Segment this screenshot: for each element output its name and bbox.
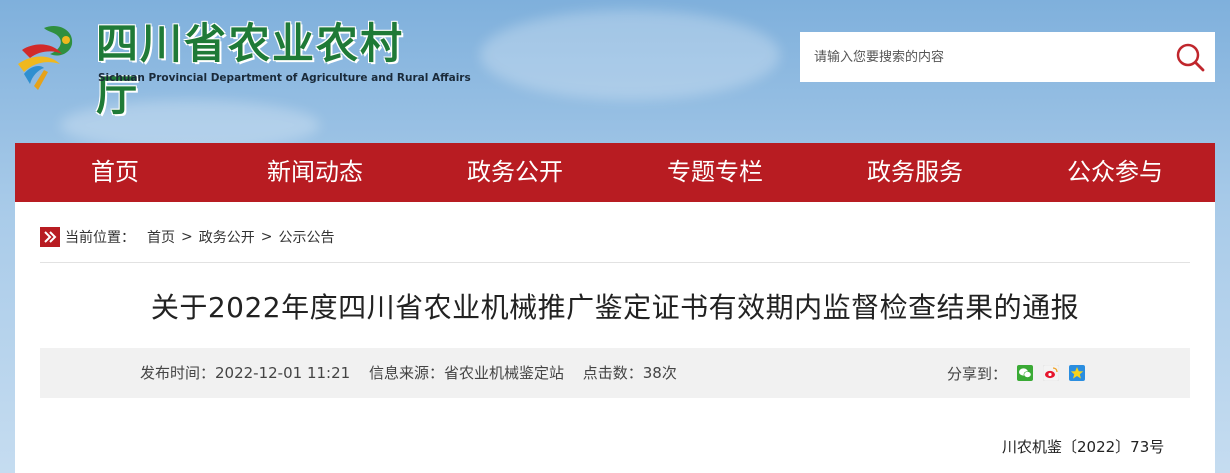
background-cloud [480, 10, 780, 100]
breadcrumb-separator: > [260, 229, 273, 245]
publish-time: 发布时间：2022-12-01 11:21 [140, 364, 351, 382]
share-label: 分享到： [947, 364, 1008, 383]
click-count: 点击数：38次 [582, 364, 677, 382]
search-box [800, 32, 1215, 82]
share-section: 分享到： [947, 348, 1086, 398]
article-meta-bar: 发布时间：2022-12-01 11:21 信息来源：省农业机械鉴定站 点击数：… [40, 348, 1190, 398]
breadcrumb-prefix: 当前位置： [65, 230, 135, 246]
search-input[interactable] [800, 32, 1150, 82]
provincial-logo-icon [18, 25, 73, 90]
breadcrumb-separator: > [181, 229, 193, 245]
main-nav: 首页 新闻动态 政务公开 专题专栏 政务服务 公众参与 [15, 143, 1215, 202]
nav-item-public-participation[interactable]: 公众参与 [1015, 143, 1215, 202]
site-subtitle: Sichuan Provincial Department of Agricul… [98, 72, 471, 84]
breadcrumb-government-affairs-link[interactable]: 政务公开 [199, 227, 255, 247]
info-source: 信息来源：省农业机械鉴定站 [368, 364, 564, 382]
nav-item-government-affairs[interactable]: 政务公开 [415, 143, 615, 202]
breadcrumb: 当前位置： 首页 > 政务公开 > 公示公告 [40, 226, 334, 248]
divider [40, 262, 1190, 263]
content-panel: 当前位置： 首页 > 政务公开 > 公示公告 关于2022年度四川省农业机械推广… [15, 202, 1215, 473]
double-chevron-right-icon [40, 227, 60, 247]
site-title: 四川省农业农村厅 [96, 19, 405, 120]
nav-item-special-topics[interactable]: 专题专栏 [615, 143, 815, 202]
nav-item-news[interactable]: 新闻动态 [215, 143, 415, 202]
wechat-icon[interactable] [1017, 365, 1034, 381]
weibo-icon[interactable] [1043, 365, 1060, 381]
breadcrumb-home-link[interactable]: 首页 [147, 227, 175, 247]
site-logo[interactable]: 四川省农业农村厅 Sichuan Provincial Department o… [14, 16, 471, 120]
breadcrumb-announcements-link[interactable]: 公示公告 [278, 227, 334, 247]
article-title: 关于2022年度四川省农业机械推广鉴定证书有效期内监督检查结果的通报 [150, 291, 1080, 324]
search-icon[interactable] [1173, 40, 1207, 74]
qzone-icon[interactable] [1069, 365, 1086, 381]
document-number: 川农机鉴〔2022〕73号 [1002, 438, 1165, 456]
nav-item-home[interactable]: 首页 [15, 143, 215, 202]
nav-item-government-services[interactable]: 政务服务 [815, 143, 1015, 202]
